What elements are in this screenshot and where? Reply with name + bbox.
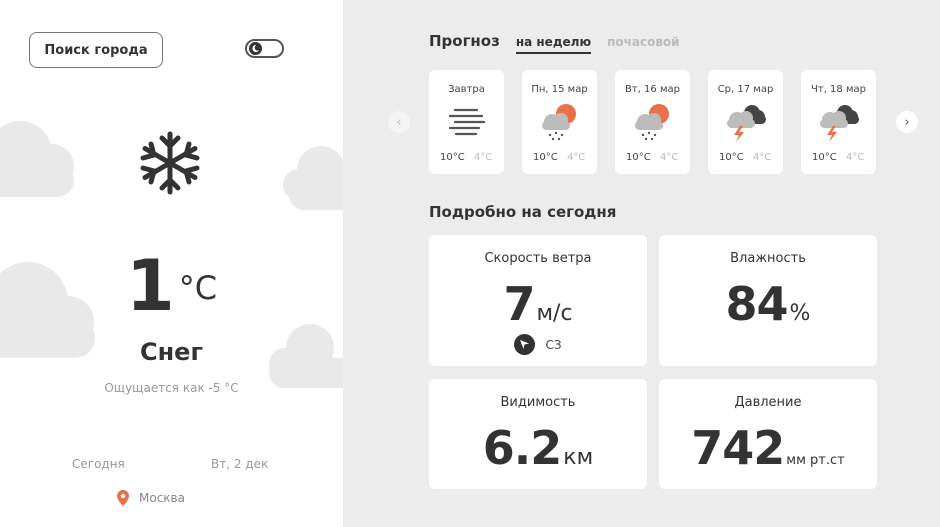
visibility-number: 6.2 [482,421,562,475]
day-high-temp: 10°C [812,152,837,163]
day-low-temp: 4°C [846,152,865,163]
details-title: Подробно на сегодня [429,203,617,221]
next-arrow-icon[interactable]: › [896,111,918,133]
visibility-label: Видимость [500,395,576,410]
pressure-tile: Давление 742 мм рт.ст [659,379,877,489]
sun-rain-icon [542,104,576,141]
weather-condition: Снег [139,338,203,366]
prev-arrow-icon[interactable]: ‹ [388,111,410,133]
tab-hourly[interactable]: почасовой [607,35,679,52]
pressure-label: Давление [734,395,802,410]
cloud-decoration [283,146,343,210]
search-city-button[interactable]: Поиск города [29,32,163,68]
current-weather-panel: Поиск города 1 °C Снег Ощущается как -5 °… [0,0,343,527]
forecast-header: Прогноз на неделю почасовой [429,32,680,54]
day-label: Ср, 17 мар [717,84,774,95]
temperature-unit: °C [178,269,218,307]
location: Москва [117,490,185,506]
humidity-value: 84% [659,277,877,331]
day-low-temp: 4°C [474,152,493,163]
day-low-temp: 4°C [660,152,679,163]
day-low-temp: 4°C [567,152,586,163]
current-date: Вт, 2 дек [211,457,269,471]
wind-label: Скорость ветра [484,251,592,266]
pressure-value: 742 мм рт.ст [659,421,877,475]
location-pin-icon [117,490,129,506]
tab-week[interactable]: на неделю [515,35,592,54]
forecast-title: Прогноз [429,32,500,50]
visibility-value: 6.2км [429,421,647,475]
pressure-number: 742 [691,421,785,475]
feels-like: Ощущается как -5 °C [104,381,239,395]
day-label: Завтра [448,84,485,95]
wind-speed-tile: Скорость ветра 7м/с СЗ [429,235,647,366]
forecast-day-card[interactable]: Вт, 16 мар 10°C 4°C [615,70,690,174]
fog-icon [448,108,486,136]
location-name: Москва [139,491,185,505]
day-high-temp: 10°C [719,152,744,163]
day-low-temp: 4°C [753,152,772,163]
humidity-label: Влажность [730,251,806,266]
day-high-temp: 10°C [440,152,465,163]
forecast-day-card[interactable]: Пн, 15 мар 10°C 4°C [522,70,597,174]
forecast-cards: Завтра 10°C 4°C Пн, 15 мар 10°C 4°C Вт, … [429,70,876,174]
forecast-day-card[interactable]: Ср, 17 мар 10°C 4°C [708,70,783,174]
pressure-unit: мм рт.ст [786,453,845,468]
navigation-arrow-icon [514,334,536,355]
wind-direction: СЗ [429,334,647,355]
wind-value: 7м/с [429,277,647,331]
theme-toggle[interactable] [245,39,284,58]
current-temperature: 1 °C [0,245,343,327]
wind-unit: м/с [536,301,573,326]
sun-rain-icon [635,104,669,141]
today-label: Сегодня [72,457,125,471]
wind-number: 7 [503,277,535,331]
day-label: Пн, 15 мар [531,84,588,95]
temperature-value: 1 [125,245,175,327]
day-high-temp: 10°C [533,152,558,163]
forecast-day-card[interactable]: Завтра 10°C 4°C [429,70,504,174]
day-label: Вт, 16 мар [625,84,680,95]
humidity-unit: % [789,301,811,326]
visibility-tile: Видимость 6.2км [429,379,647,489]
forecast-panel: Прогноз на неделю почасовой ‹ › Завтра 1… [343,0,940,527]
humidity-number: 84 [725,277,789,331]
humidity-tile: Влажность 84% [659,235,877,366]
cloud-decoration [0,121,74,197]
forecast-day-card[interactable]: Чт, 18 мар 10°C 4°C [801,70,876,174]
day-high-temp: 10°C [626,152,651,163]
moon-icon [249,42,262,55]
thunderstorm-icon [820,105,859,142]
wind-direction-label: СЗ [545,337,562,352]
snowflake-icon [140,131,200,195]
visibility-unit: км [563,445,594,470]
thunderstorm-icon [727,105,766,142]
day-label: Чт, 18 мар [811,84,866,95]
